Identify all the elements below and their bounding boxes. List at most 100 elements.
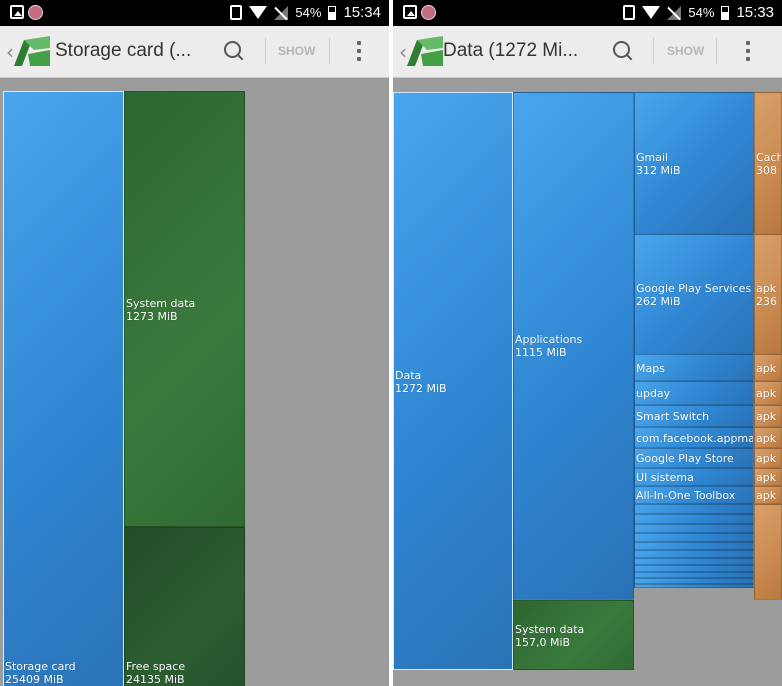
image-notification-icon — [403, 5, 417, 19]
tile-size: 312 MiB — [636, 164, 681, 177]
tile-data[interactable]: Data 1272 MiB — [393, 92, 513, 670]
tile-apk[interactable]: apk — [754, 486, 782, 504]
tile-apk[interactable]: apk 236 — [754, 234, 782, 354]
tile-size: 262 MiB — [636, 295, 681, 308]
back-chevron-icon[interactable]: ‹ — [399, 40, 407, 64]
tile-app-small[interactable] — [634, 558, 754, 565]
tile-name: UI sistema — [636, 471, 694, 484]
vibrate-icon — [623, 5, 636, 20]
tile-google-play-store[interactable]: Google Play Store — [634, 448, 754, 468]
tile-app-small[interactable] — [634, 542, 754, 550]
tile-apk[interactable]: apk — [754, 448, 782, 468]
tile-size: 1272 MiB — [395, 382, 447, 395]
tile-size: 24135 MiB — [126, 673, 185, 686]
status-bar: 54% 15:34 — [0, 0, 389, 26]
tile-app-small[interactable] — [634, 565, 754, 572]
tile-name: Maps — [636, 362, 665, 375]
status-bar: 54% 15:33 — [393, 0, 782, 26]
tile-name: Storage card — [5, 660, 76, 673]
app-logo-icon[interactable] — [407, 36, 443, 66]
app-notification-icon — [421, 5, 436, 20]
tile-google-play-services[interactable]: Google Play Services 262 MiB — [634, 234, 754, 354]
tile-apk[interactable]: apk — [754, 354, 782, 381]
image-notification-icon — [10, 5, 24, 19]
overflow-menu-icon[interactable] — [352, 39, 366, 65]
app-logo-icon[interactable] — [14, 36, 50, 66]
tile-app-small[interactable] — [634, 550, 754, 558]
tile-name: Cach — [756, 151, 782, 164]
tile-name: upday — [636, 387, 671, 400]
tile-size: 25409 MiB — [5, 673, 64, 686]
overflow-menu-icon[interactable] — [741, 39, 755, 65]
tile-smart-switch[interactable]: Smart Switch — [634, 405, 754, 427]
storage-treemap: Storage card 25409 MiB System data 1273 … — [0, 78, 389, 686]
tile-name: Free space — [126, 660, 186, 673]
toolbar-divider — [716, 38, 717, 64]
wifi-icon — [642, 6, 661, 19]
vibrate-icon — [230, 5, 243, 20]
show-button[interactable]: SHOW — [278, 44, 315, 58]
tile-name: apk — [756, 452, 777, 465]
tile-size: 236 — [756, 295, 777, 308]
tile-apk-small[interactable] — [754, 504, 782, 600]
tile-facebook-appmanager[interactable]: com.facebook.appmana — [634, 427, 754, 448]
no-signal-icon — [274, 5, 289, 20]
tile-system-data[interactable]: System data 1273 MiB — [124, 91, 245, 527]
clock: 15:33 — [736, 4, 774, 21]
tile-name: apk — [756, 387, 777, 400]
tile-apk[interactable]: apk — [754, 405, 782, 427]
tile-all-in-one-toolbox[interactable]: All-In-One Toolbox — [634, 486, 754, 504]
toolbar-divider — [653, 38, 654, 64]
back-chevron-icon[interactable]: ‹ — [6, 40, 14, 64]
tile-size: 1115 MiB — [515, 346, 567, 359]
search-icon[interactable] — [222, 39, 248, 65]
tile-size: 308 — [756, 164, 777, 177]
tile-cache[interactable]: Cach 308 — [754, 92, 782, 234]
tile-apk[interactable]: apk — [754, 468, 782, 486]
tile-size: 157,0 MiB — [515, 636, 571, 649]
tile-ui-sistema[interactable]: UI sistema — [634, 468, 754, 486]
tile-name: Google Play Store — [636, 452, 734, 465]
tile-name: apk — [756, 282, 777, 295]
tile-apk[interactable]: apk — [754, 381, 782, 405]
tile-name: System data — [515, 623, 585, 636]
app-title: Data (1272 Mi... — [443, 40, 579, 61]
tile-name: All-In-One Toolbox — [636, 489, 736, 502]
tile-name: apk — [756, 489, 777, 502]
battery-icon — [721, 5, 730, 20]
battery-percent: 54% — [688, 5, 715, 20]
tile-gmail[interactable]: Gmail 312 MiB — [634, 92, 754, 234]
app-notification-icon — [28, 5, 43, 20]
tile-name: Google Play Services — [636, 282, 752, 295]
app-title: Storage card (... — [55, 40, 192, 61]
tile-system-data[interactable]: System data 157,0 MiB — [513, 600, 634, 670]
tile-apk[interactable]: apk — [754, 427, 782, 448]
tile-maps[interactable]: Maps — [634, 354, 754, 381]
tile-app-small[interactable] — [634, 584, 754, 588]
tile-name: apk — [756, 471, 777, 484]
tile-app-small[interactable] — [634, 533, 754, 542]
show-button[interactable]: SHOW — [667, 44, 704, 58]
tile-storage-card[interactable]: Storage card 25409 MiB — [3, 91, 124, 686]
tile-applications[interactable]: Applications 1115 MiB — [513, 92, 634, 600]
clock: 15:34 — [343, 4, 381, 21]
no-signal-icon — [667, 5, 682, 20]
tile-upday[interactable]: upday — [634, 381, 754, 405]
tile-name: apk — [756, 410, 777, 423]
right-screen: 54% 15:33 ‹ Data (1272 Mi... SHOW Data 1… — [393, 0, 782, 686]
tile-size: 1273 MiB — [126, 310, 178, 323]
action-bar: ‹ Storage card (... SHOW — [0, 26, 389, 78]
search-icon[interactable] — [611, 39, 637, 65]
tile-free-space[interactable]: Free space 24135 MiB — [124, 527, 245, 686]
tile-name: Data — [395, 369, 422, 382]
storage-treemap: Data 1272 MiB Applications 1115 MiB Syst… — [393, 78, 782, 686]
battery-icon — [328, 5, 337, 20]
tile-app-small[interactable] — [634, 514, 754, 524]
tile-name: Smart Switch — [636, 410, 710, 423]
tile-app-small[interactable] — [634, 524, 754, 533]
action-bar: ‹ Data (1272 Mi... SHOW — [393, 26, 782, 78]
tile-app-small[interactable] — [634, 504, 754, 514]
left-screen: 54% 15:34 ‹ Storage card (... SHOW Stora… — [0, 0, 389, 686]
toolbar-divider — [265, 38, 266, 64]
tile-name: Applications — [515, 333, 583, 346]
